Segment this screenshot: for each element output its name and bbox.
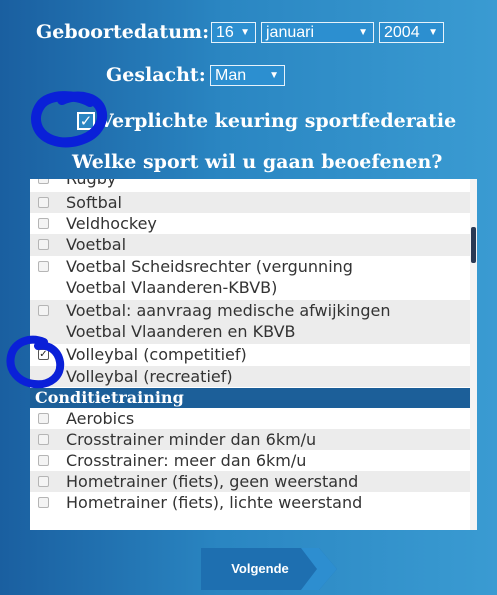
list-item[interactable]: Hometrainer (fiets), geen weerstand (30, 471, 470, 492)
checkbox[interactable] (38, 305, 49, 316)
list-item-label: Rugby (66, 179, 116, 188)
birthdate-year-value: 2004 (384, 24, 420, 41)
checkbox[interactable] (38, 261, 49, 272)
sport-question: Welke sport wil u gaan beoefenen? (72, 151, 443, 173)
gender-label: Geslacht: (106, 64, 206, 86)
list-item-label: Veldhockey (66, 214, 157, 233)
list-item-label: Hometrainer (fiets), lichte weerstand (66, 493, 363, 512)
list-item[interactable]: Aerobics (30, 408, 470, 429)
checkbox[interactable] (38, 476, 49, 487)
list-item-label-line2: Voetbal Vlaanderen en KBVB (66, 322, 296, 341)
caret-down-icon: ▼ (240, 27, 250, 38)
checkmark-icon: ✓ (79, 112, 93, 130)
list-item[interactable]: Voetbal: aanvraag medische afwijkingen V… (30, 300, 470, 344)
checkbox[interactable] (38, 239, 49, 250)
gender-value: Man (215, 67, 247, 84)
list-item-label: Volleybal (recreatief) (66, 367, 233, 386)
list-item-label: Softbal (66, 193, 122, 212)
gender-select[interactable]: Man ▼ (210, 65, 285, 86)
checkbox[interactable] (38, 197, 49, 208)
list-item[interactable]: Volleybal (recreatief) (30, 366, 470, 387)
birthdate-label: Geboortedatum: (36, 21, 210, 43)
caret-down-icon: ▼ (358, 27, 368, 38)
birthdate-day-select[interactable]: 16 ▼ (211, 22, 256, 43)
list-item-label: Crosstrainer: meer dan 6km/u (66, 451, 307, 470)
checkbox[interactable] (38, 179, 49, 184)
caret-down-icon: ▼ (428, 27, 438, 38)
list-item-label: Voetbal Scheidsrechter (vergunning (66, 257, 353, 276)
birthdate-month-value: januari (266, 24, 315, 41)
mandatory-keuring-checkbox[interactable]: ✓ (77, 112, 95, 130)
list-item[interactable]: Voetbal Scheidsrechter (vergunning Voetb… (30, 256, 470, 300)
list-item-label: Hometrainer (fiets), geen weerstand (66, 472, 359, 491)
checkbox-checked[interactable]: ✓ (38, 349, 49, 360)
list-item[interactable]: Crosstrainer minder dan 6km/u (30, 429, 470, 450)
checkbox[interactable] (38, 413, 49, 424)
checkmark-icon: ✓ (39, 349, 48, 360)
list-item[interactable]: Veldhockey (30, 213, 470, 234)
checkbox[interactable] (38, 218, 49, 229)
list-item-label: Voetbal: aanvraag medische afwijkingen (66, 301, 391, 320)
list-item[interactable]: Crosstrainer: meer dan 6km/u (30, 450, 470, 471)
list-item-label: Voetbal (66, 235, 127, 254)
checkbox[interactable] (38, 455, 49, 466)
list-item-label: Volleybal (competitief) (66, 345, 247, 364)
next-button-label: Volgende (231, 561, 289, 576)
listbox-scrollbar[interactable] (470, 179, 477, 530)
list-item[interactable]: Voetbal (30, 234, 470, 256)
mandatory-keuring-label: Verplichte keuring sportfederatie (99, 110, 457, 132)
scrollbar-thumb[interactable] (471, 227, 476, 263)
checkbox[interactable] (38, 497, 49, 508)
list-item[interactable]: Softbal (30, 192, 470, 213)
list-item[interactable]: Hometrainer (fiets), lichte weerstand (30, 492, 470, 513)
list-item-label: Crosstrainer minder dan 6km/u (66, 430, 317, 449)
birthdate-year-select[interactable]: 2004 ▼ (379, 22, 444, 43)
birthdate-day-value: 16 (216, 24, 234, 41)
group-header-conditietraining: Conditietraining (30, 388, 470, 408)
sports-listbox[interactable]: Rugby Softbal Veldhockey Voetbal Voetbal… (30, 179, 477, 530)
next-button[interactable]: Volgende (201, 548, 337, 590)
birthdate-month-select[interactable]: januari ▼ (261, 22, 374, 43)
caret-down-icon: ▼ (269, 70, 279, 81)
checkbox[interactable] (38, 434, 49, 445)
list-item-label: Aerobics (66, 409, 135, 428)
list-item-label-line2: Voetbal Vlaanderen-KBVB) (66, 278, 278, 297)
list-item[interactable]: Rugby (30, 179, 470, 187)
list-item-selected[interactable]: ✓ Volleybal (competitief) (30, 344, 470, 366)
